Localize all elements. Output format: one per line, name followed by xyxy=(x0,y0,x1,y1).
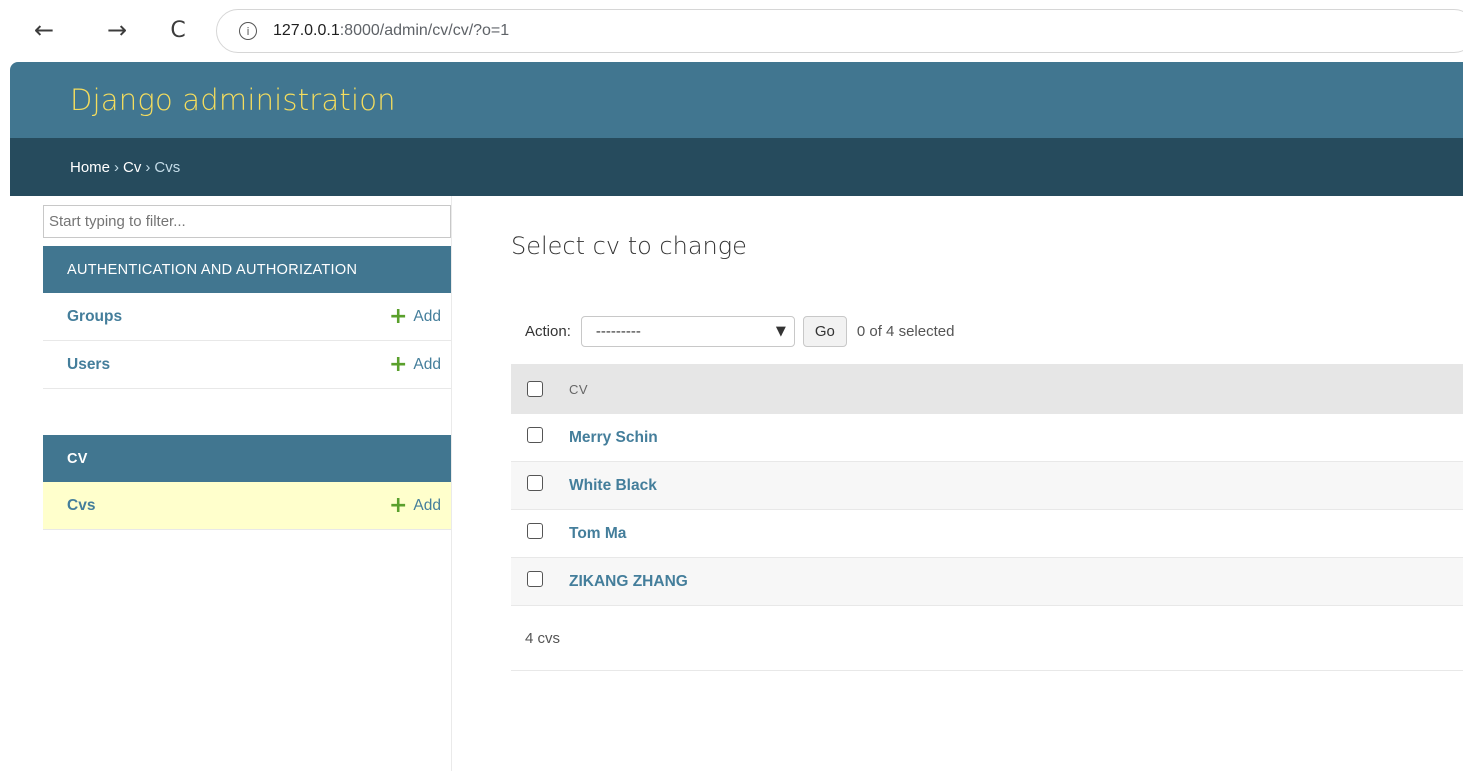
groups-link[interactable]: Groups xyxy=(67,308,122,326)
browser-toolbar: ← → C i 127.0.0.1:8000/admin/cv/cv/?o=1 xyxy=(0,0,1463,62)
nav-sidebar: AUTHENTICATION AND AUTHORIZATION Groups … xyxy=(10,196,452,771)
address-bar[interactable]: i 127.0.0.1:8000/admin/cv/cv/?o=1 xyxy=(216,9,1463,53)
site-branding[interactable]: Django administration xyxy=(70,83,396,117)
plus-icon: + xyxy=(388,351,408,377)
page-title: Select cv to change xyxy=(511,232,747,260)
module-cv: CV Cvs + Add xyxy=(43,435,451,530)
info-icon[interactable]: i xyxy=(239,22,257,40)
breadcrumb: Home › Cv › Cvs xyxy=(10,138,1463,196)
add-label: Add xyxy=(413,496,441,514)
module-auth: AUTHENTICATION AND AUTHORIZATION Groups … xyxy=(43,246,451,389)
plus-icon: + xyxy=(388,303,408,329)
add-label: Add xyxy=(413,307,441,325)
table-row: Tom Ma xyxy=(511,510,1463,558)
row-link[interactable]: ZIKANG ZHANG xyxy=(569,573,688,591)
row-checkbox[interactable] xyxy=(527,570,543,587)
action-selected-option: --------- xyxy=(595,322,641,340)
chevron-down-icon: ▼ xyxy=(775,323,786,339)
result-count: 4 cvs xyxy=(525,629,561,647)
add-label: Add xyxy=(413,355,441,373)
sidebar-item-users: Users + Add xyxy=(43,341,451,389)
selection-counter: 0 of 4 selected xyxy=(856,322,955,340)
sidebar-item-groups: Groups + Add xyxy=(43,293,451,341)
table-row: ZIKANG ZHANG xyxy=(511,558,1463,606)
sidebar-item-cvs: Cvs + Add xyxy=(43,482,451,530)
reload-icon[interactable]: C xyxy=(162,14,194,46)
content-main: Select cv to change Action: --------- ▼ … xyxy=(511,196,1463,771)
users-link[interactable]: Users xyxy=(67,356,110,374)
breadcrumb-home[interactable]: Home xyxy=(70,159,110,176)
cvs-link[interactable]: Cvs xyxy=(67,497,95,515)
row-checkbox[interactable] xyxy=(527,474,543,491)
plus-icon: + xyxy=(388,492,408,518)
row-link[interactable]: White Black xyxy=(569,477,657,495)
result-list: CV Merry Schin White Black Tom Ma ZIKANG… xyxy=(511,364,1463,606)
nav-filter-input[interactable] xyxy=(43,205,451,238)
breadcrumb-separator: › xyxy=(114,158,120,176)
paginator: 4 cvs xyxy=(511,606,1463,671)
table-row: Merry Schin xyxy=(511,414,1463,462)
add-cv-button[interactable]: + Add xyxy=(388,492,441,518)
module-caption-cv[interactable]: CV xyxy=(43,435,451,482)
module-caption-auth[interactable]: AUTHENTICATION AND AUTHORIZATION xyxy=(43,246,451,293)
admin-page: Django administration Home › Cv › Cvs AU… xyxy=(10,62,1463,771)
add-group-button[interactable]: + Add xyxy=(388,303,441,329)
column-header-cv[interactable]: CV xyxy=(569,382,588,397)
row-link[interactable]: Merry Schin xyxy=(569,429,658,447)
go-button[interactable]: Go xyxy=(802,315,847,347)
changelist-actions: Action: --------- ▼ Go 0 of 4 selected xyxy=(511,312,1463,350)
url-host: 127.0.0.1 xyxy=(273,22,340,39)
url-path: :8000/admin/cv/cv/?o=1 xyxy=(339,22,510,39)
breadcrumb-app[interactable]: Cv xyxy=(123,159,141,176)
site-header: Django administration xyxy=(10,62,1463,138)
forward-arrow-icon[interactable]: → xyxy=(101,14,133,46)
table-row: White Black xyxy=(511,462,1463,510)
action-select[interactable]: --------- ▼ xyxy=(580,315,795,347)
row-checkbox[interactable] xyxy=(527,522,543,539)
breadcrumb-current: Cvs xyxy=(154,158,181,176)
breadcrumb-separator: › xyxy=(145,158,151,176)
select-all-checkbox[interactable] xyxy=(527,381,543,397)
add-user-button[interactable]: + Add xyxy=(388,351,441,377)
row-checkbox[interactable] xyxy=(527,426,543,443)
action-label: Action: xyxy=(525,322,571,340)
table-header: CV xyxy=(511,364,1463,414)
back-arrow-icon[interactable]: ← xyxy=(28,14,60,46)
row-link[interactable]: Tom Ma xyxy=(569,525,626,543)
